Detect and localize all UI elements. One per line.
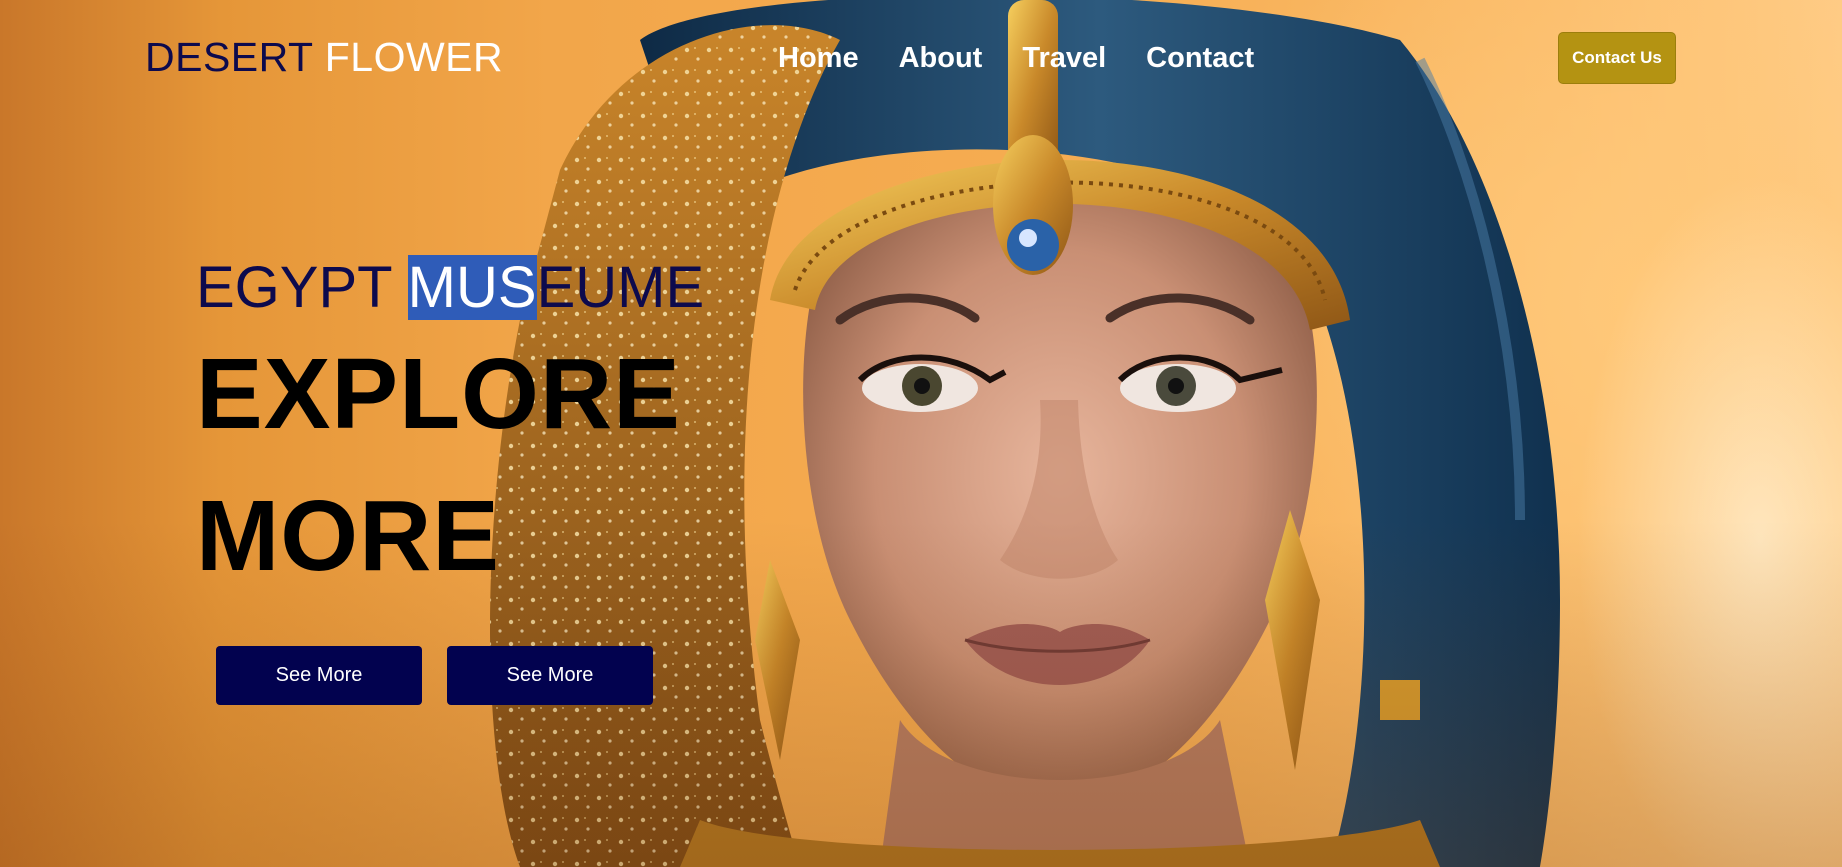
nav-travel[interactable]: Travel <box>1022 36 1106 80</box>
subtitle-part-egypt: EGYPT <box>196 255 408 320</box>
headline-line-1: EXPLORE <box>196 338 681 450</box>
nav-home[interactable]: Home <box>778 36 859 80</box>
site-logo[interactable]: DESERT FLOWER <box>145 34 503 80</box>
see-more-button-2[interactable]: See More <box>447 646 653 705</box>
logo-word-desert: DESERT <box>145 34 313 80</box>
see-more-button-1[interactable]: See More <box>216 646 422 705</box>
subtitle-part-rest: EUME <box>536 255 705 320</box>
main-nav: Home About Travel Contact <box>778 36 1254 80</box>
hero-section: DESERT FLOWER Home About Travel Contact … <box>0 0 1842 867</box>
nav-contact[interactable]: Contact <box>1146 36 1254 80</box>
headline-line-2: MORE <box>196 480 500 592</box>
nav-about[interactable]: About <box>899 36 983 80</box>
hero-subtitle: EGYPT MUSEUME <box>196 254 704 322</box>
subtitle-highlighted-text: MUS <box>407 255 537 320</box>
logo-word-flower: FLOWER <box>324 34 504 80</box>
contact-us-button[interactable]: Contact Us <box>1558 32 1676 84</box>
